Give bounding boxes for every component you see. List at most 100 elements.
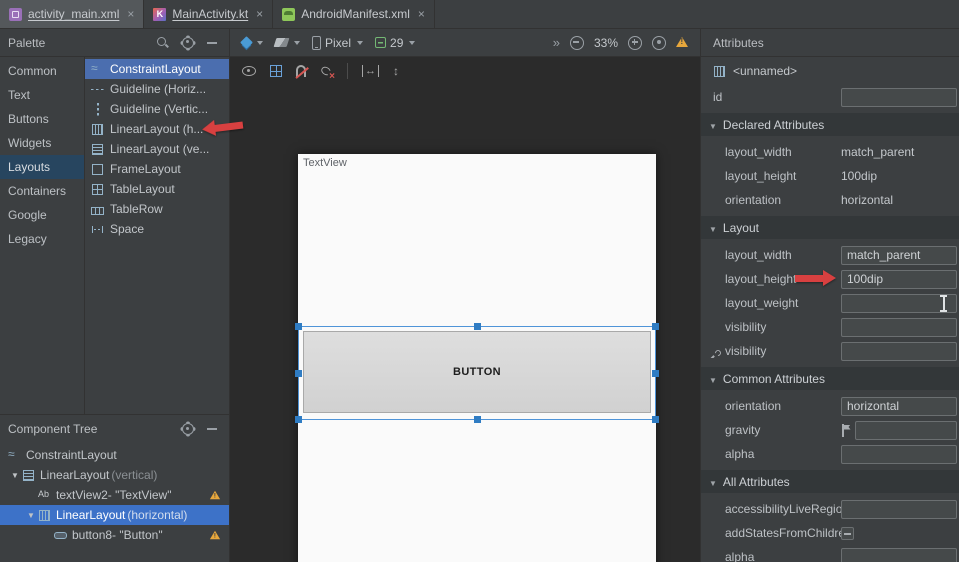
flag-icon[interactable] xyxy=(841,424,851,437)
id-field[interactable] xyxy=(841,88,957,107)
toolbar-overflow-icon[interactable] xyxy=(553,35,560,50)
attribute-value: horizontal xyxy=(841,397,959,416)
palette-component[interactable]: TableRow xyxy=(85,199,229,219)
minimize-icon[interactable] xyxy=(207,42,217,44)
palette-component[interactable]: LinearLayout (ve... xyxy=(85,139,229,159)
device-selector[interactable]: Pixel xyxy=(312,36,363,50)
attribute-value-field[interactable] xyxy=(841,318,957,337)
component-tree-item[interactable]: ConstraintLayout xyxy=(0,445,229,465)
attribute-row: visibility xyxy=(701,339,959,363)
palette-category[interactable]: Google xyxy=(0,203,84,227)
close-icon[interactable] xyxy=(418,7,425,21)
section-header[interactable]: Layout xyxy=(701,216,959,239)
palette-category[interactable]: Widgets xyxy=(0,131,84,155)
theme-selector[interactable] xyxy=(275,38,300,47)
design-surface-selector[interactable] xyxy=(242,38,263,47)
view-options-icon[interactable] xyxy=(242,66,256,76)
section-header[interactable]: Common Attributes xyxy=(701,367,959,390)
section-header[interactable]: All Attributes xyxy=(701,470,959,493)
blueprint-toggle-icon[interactable] xyxy=(270,65,282,77)
autoconnect-off-icon[interactable] xyxy=(296,65,306,77)
expand-vertical-icon[interactable] xyxy=(393,65,399,77)
attribute-row: gravity xyxy=(701,418,959,442)
chevron-down-icon[interactable] xyxy=(8,471,22,480)
attribute-value-field[interactable] xyxy=(841,548,957,562)
attribute-value-field[interactable]: match_parent xyxy=(841,246,957,265)
api-version-icon xyxy=(375,37,386,48)
palette-category[interactable]: Containers xyxy=(0,179,84,203)
palette-category[interactable]: Text xyxy=(0,83,84,107)
attribute-label-text: gravity xyxy=(725,423,760,437)
component-tree-actions xyxy=(182,423,217,435)
palette-component[interactable]: ConstraintLayout xyxy=(85,59,229,79)
zoom-out-icon[interactable] xyxy=(570,36,584,50)
palette-category[interactable]: Legacy xyxy=(0,227,84,251)
attribute-value xyxy=(841,548,959,562)
section-title: Layout xyxy=(723,221,759,235)
palette-component[interactable]: Space xyxy=(85,219,229,239)
gear-icon[interactable] xyxy=(182,423,194,435)
attribute-value-field[interactable] xyxy=(841,342,957,361)
selection-handle[interactable] xyxy=(295,370,302,377)
palette-component-label: LinearLayout (ve... xyxy=(110,142,209,156)
api-version-selector[interactable]: 29 xyxy=(375,36,415,50)
palette-category[interactable]: Common xyxy=(0,59,84,83)
attributes-panel: <unnamed> id Declared Attributeslayout_w… xyxy=(700,57,959,562)
attribute-value-field[interactable]: horizontal xyxy=(841,397,957,416)
linearlayout-horizontal-icon xyxy=(38,509,51,522)
palette-category[interactable]: Buttons xyxy=(0,107,84,131)
attribute-value-field[interactable] xyxy=(841,445,957,464)
field-text: horizontal xyxy=(847,399,899,413)
attributes-header: Attributes xyxy=(700,29,959,56)
section-header[interactable]: Declared Attributes xyxy=(701,113,959,136)
palette-component[interactable]: Guideline (Horiz... xyxy=(85,79,229,99)
attribute-value-field[interactable] xyxy=(855,421,957,440)
attribute-row: layout_weight xyxy=(701,291,959,315)
zoom-in-icon[interactable] xyxy=(628,36,642,50)
editor-tab[interactable]: activity_main.xml xyxy=(0,0,144,28)
selected-linearlayout[interactable]: BUTTON xyxy=(298,326,656,420)
selection-handle[interactable] xyxy=(295,323,302,330)
palette-component[interactable]: FrameLayout xyxy=(85,159,229,179)
zoom-to-fit-icon[interactable] xyxy=(652,36,666,50)
constraintlayout-icon xyxy=(91,63,104,76)
close-icon[interactable] xyxy=(256,7,263,21)
checkbox-indeterminate[interactable] xyxy=(841,527,854,540)
tab-label: MainActivity.kt xyxy=(172,7,248,21)
palette-components: ConstraintLayoutGuideline (Horiz...Guide… xyxy=(85,57,229,414)
gear-icon[interactable] xyxy=(182,37,194,49)
component-tree-item[interactable]: LinearLayout(vertical) xyxy=(0,465,229,485)
selection-handle[interactable] xyxy=(652,416,659,423)
component-tree-item[interactable]: LinearLayout(horizontal) xyxy=(0,505,229,525)
chevron-down-icon[interactable] xyxy=(24,511,38,520)
palette-component[interactable]: Guideline (Vertic... xyxy=(85,99,229,119)
editor-tab[interactable]: AndroidManifest.xml xyxy=(273,0,435,28)
minimize-icon[interactable] xyxy=(207,428,217,430)
attribute-value-field[interactable] xyxy=(841,500,957,519)
design-canvas[interactable]: TextView BUTTON xyxy=(298,154,656,562)
component-tree-item[interactable]: button8- "Button" xyxy=(0,525,229,545)
selection-handle[interactable] xyxy=(474,416,481,423)
clear-constraints-icon[interactable] xyxy=(320,65,333,78)
render-warning-icon[interactable] xyxy=(676,36,688,50)
palette-category[interactable]: Layouts xyxy=(0,155,84,179)
selection-handle[interactable] xyxy=(295,416,302,423)
attribute-value-field[interactable]: 100dip xyxy=(841,270,957,289)
palette-component[interactable]: TableLayout xyxy=(85,179,229,199)
selection-handle[interactable] xyxy=(652,370,659,377)
palette-component-label: LinearLayout (h... xyxy=(110,122,203,136)
default-margins-icon[interactable] xyxy=(362,65,379,77)
close-icon[interactable] xyxy=(127,7,134,21)
editor-tab[interactable]: MainActivity.kt xyxy=(144,0,273,28)
component-tree-item[interactable]: textView2- "TextView" xyxy=(0,485,229,505)
warning-triangle-icon xyxy=(210,531,220,540)
selection-handle[interactable] xyxy=(474,323,481,330)
attribute-value: 100dip xyxy=(841,169,959,183)
canvas-textview[interactable]: TextView xyxy=(303,157,347,169)
tree-item-suffix: (horizontal) xyxy=(127,508,187,522)
search-icon[interactable] xyxy=(156,36,169,49)
canvas-button[interactable]: BUTTON xyxy=(303,331,651,413)
selection-handle[interactable] xyxy=(652,323,659,330)
palette-component-label: TableLayout xyxy=(110,182,175,196)
attribute-value: match_parent xyxy=(841,246,959,265)
